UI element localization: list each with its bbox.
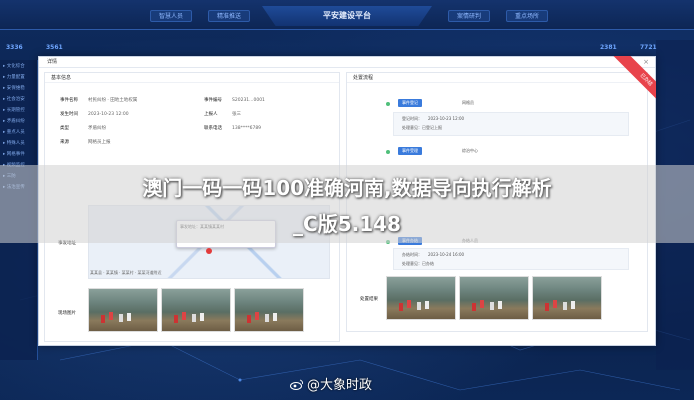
info-value: 张三	[232, 112, 241, 117]
watermark-text: @大象时政	[307, 378, 373, 393]
info-value: 村民纠纷 · 田地土地权属	[88, 98, 138, 103]
info-label: 事件编号	[204, 98, 222, 103]
sidebar-item[interactable]: ▸ 长期管控	[3, 106, 34, 115]
step-time-label: 登记时间：	[402, 116, 422, 121]
timeline-dot	[386, 102, 390, 106]
sidebar-item[interactable]: ▸ 文化综合	[3, 62, 34, 71]
sidebar-item[interactable]: ▸ 力量配置	[3, 73, 34, 82]
step-tag: 事件登记	[398, 99, 422, 107]
step-person: 网格员	[462, 100, 474, 105]
step-time-label: 办结时间：	[402, 252, 422, 257]
sidebar-item[interactable]: ▸ 网格事件	[3, 150, 34, 159]
headline-line-1: 澳门一码一码100准确河南,数据导向执行解析	[142, 176, 552, 200]
info-label: 上报人	[204, 112, 218, 117]
result-photo[interactable]	[459, 276, 529, 320]
info-label: 发生时间	[60, 112, 78, 117]
photos-label: 现场图片	[58, 311, 76, 316]
platform-top-bar: 智慧人员 精准推送 平安建设平台 案情研判 重点场所	[0, 0, 694, 30]
info-value: S20231...0001	[232, 98, 265, 103]
watermark: @大象时政	[290, 374, 372, 393]
info-value: 2023-10-23 12:00	[88, 112, 129, 117]
map-pin-icon[interactable]	[206, 248, 212, 254]
scene-photo[interactable]	[234, 288, 304, 332]
status-ribbon-text: 已办结	[613, 56, 656, 113]
step-time: 2023-10-24 16:00	[428, 252, 465, 257]
modal-header: 详情	[39, 57, 655, 68]
basic-info-title: 基本信息	[45, 73, 339, 83]
top-tab-1[interactable]: 智慧人员	[150, 10, 193, 22]
top-tab-4[interactable]: 重点场所	[506, 10, 549, 22]
step-time: 2023-10-23 12:00	[428, 116, 465, 121]
info-label: 联系电话	[204, 126, 222, 131]
map-caption: 某某县 · 某某镇 · 某某村 · 某某河道附近	[90, 270, 162, 275]
step-note: 处理意见：已办结	[402, 261, 434, 266]
sidebar-item[interactable]: ▸ 矛盾纠纷	[3, 117, 34, 126]
step-person: 综治中心	[462, 148, 478, 153]
info-row: 来源 网格员上报	[60, 138, 330, 148]
top-tab-2[interactable]: 精准推送	[208, 10, 251, 22]
timeline-dot	[386, 150, 390, 154]
info-value: 网格员上报	[88, 140, 111, 145]
info-label: 来源	[60, 140, 69, 145]
info-value: 矛盾纠纷	[88, 126, 106, 131]
headline-line-2: _C版5.148	[293, 212, 401, 236]
scene-photo[interactable]	[161, 288, 231, 332]
info-value: 138****6789	[232, 126, 262, 131]
stat-left-2: 3561	[46, 44, 63, 51]
top-tab-3[interactable]: 案情研判	[448, 10, 491, 22]
info-row: 事件名称 村民纠纷 · 田地土地权属 事件编号 S20231...0001	[60, 96, 330, 106]
stat-right-2: 7721	[640, 44, 657, 51]
step-note: 处理意见：已登记上报	[402, 125, 442, 130]
sidebar-item[interactable]: ▸ 重点人员	[3, 128, 34, 137]
result-photo[interactable]	[386, 276, 456, 320]
status-ribbon: 已办结	[596, 56, 656, 116]
info-label: 类型	[60, 126, 69, 131]
info-row: 发生时间 2023-10-23 12:00 上报人 张三	[60, 110, 330, 120]
sidebar-item[interactable]: ▸ 特殊人员	[3, 139, 34, 148]
step-tag: 事件受理	[398, 147, 422, 155]
sidebar-item[interactable]: ▸ 社会治安	[3, 95, 34, 104]
stat-left-1: 3336	[6, 44, 23, 51]
result-photo[interactable]	[532, 276, 602, 320]
sidebar-item[interactable]: ▸ 安保维稳	[3, 84, 34, 93]
info-row: 类型 矛盾纠纷 联系电话 138****6789	[60, 124, 330, 134]
scene-photo[interactable]	[88, 288, 158, 332]
platform-title: 平安建设平台	[262, 6, 432, 26]
info-label: 事件名称	[60, 98, 78, 103]
result-label: 处置结果	[360, 297, 378, 302]
weibo-icon	[290, 379, 304, 390]
stat-right-1: 2381	[600, 44, 617, 51]
